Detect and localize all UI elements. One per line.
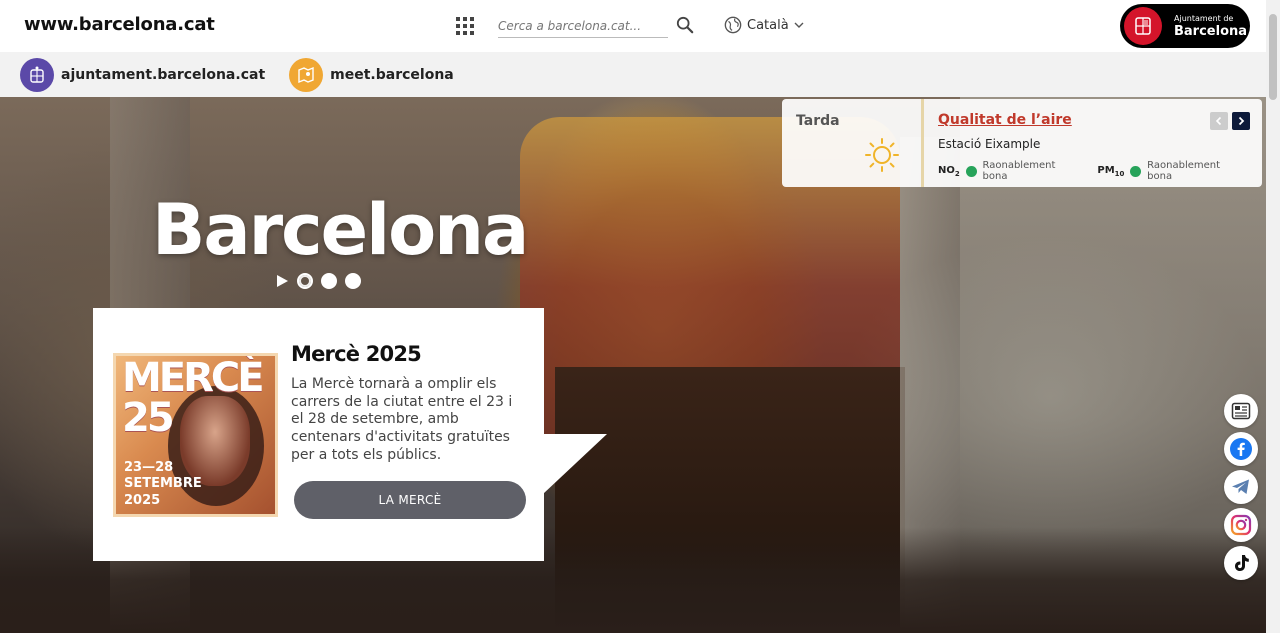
widget-next-button[interactable] (1232, 112, 1250, 130)
pm10-value: Raonablement bona (1147, 160, 1221, 182)
newsletter-icon[interactable] (1224, 394, 1258, 428)
air-quality-station: Estació Eixample (938, 137, 1041, 151)
merce-poster-image[interactable]: MERCÈ 25 23—28 SETEMBRE 2025 (113, 353, 278, 517)
link-ajuntament[interactable]: ajuntament.barcelona.cat (20, 57, 266, 92)
air-quality-readings: NO2 Raonablement bona PM10 Raonablement … (938, 160, 1262, 182)
search-input[interactable] (498, 14, 668, 38)
hero-title: Barcelona (152, 189, 529, 271)
language-label: Català (747, 17, 789, 33)
play-icon[interactable] (275, 274, 289, 288)
weather-widget: Tarda Qualitat de l’aire Estació Eixampl… (782, 99, 1262, 187)
city-seal-icon (20, 57, 54, 92)
chevron-right-icon (1238, 116, 1245, 126)
chevron-left-icon (1215, 116, 1222, 126)
poster-title: MERCÈ 25 (122, 355, 265, 441)
search-icon[interactable] (676, 16, 694, 34)
link-meet-barcelona[interactable]: meet.barcelona (289, 57, 454, 92)
no2-label: NO2 (938, 164, 960, 178)
link-ajuntament-label: ajuntament.barcelona.cat (61, 66, 266, 83)
instagram-icon[interactable] (1224, 508, 1258, 542)
facebook-icon[interactable] (1224, 432, 1258, 466)
map-icon (289, 57, 324, 92)
sun-icon (865, 138, 899, 172)
la-merce-button[interactable]: LA MERCÈ (294, 481, 526, 519)
chevron-down-icon (794, 22, 804, 28)
weather-time-of-day: Tarda (796, 113, 840, 129)
logo-line1: Ajuntament de (1174, 13, 1234, 23)
slide-dot-2[interactable] (321, 273, 337, 289)
slide-dot-1[interactable] (297, 273, 313, 289)
widget-prev-button[interactable] (1210, 112, 1228, 130)
language-selector[interactable]: Català (724, 16, 804, 34)
tiktok-icon[interactable] (1224, 546, 1258, 580)
social-links (1224, 394, 1258, 580)
telegram-icon[interactable] (1224, 470, 1258, 504)
apps-grid-icon[interactable] (456, 17, 474, 35)
slide-dot-3[interactable] (345, 273, 361, 289)
status-dot-no2 (965, 165, 977, 177)
globe-icon (724, 16, 742, 34)
slider-controls (275, 273, 361, 289)
top-header: www.barcelona.cat Català (0, 0, 1266, 52)
scrollbar-thumb[interactable] (1269, 14, 1277, 100)
barcelona-seal-icon (1124, 7, 1162, 45)
logo-line2: Barcelona (1174, 23, 1248, 39)
no2-value: Raonablement bona (982, 160, 1056, 182)
portal-links-bar: ajuntament.barcelona.cat meet.barcelona (0, 52, 1266, 97)
air-quality-link[interactable]: Qualitat de l’aire (938, 112, 1072, 128)
feature-card: MERCÈ 25 23—28 SETEMBRE 2025 Mercè 2025 … (93, 308, 544, 561)
pm10-label: PM10 (1097, 164, 1125, 178)
feature-card-pointer (543, 434, 607, 494)
site-url-link[interactable]: www.barcelona.cat (24, 14, 215, 35)
page-scrollbar[interactable] (1266, 0, 1280, 633)
poster-date: 23—28 SETEMBRE 2025 (124, 460, 202, 508)
feature-title: Mercè 2025 (291, 342, 422, 366)
ajuntament-logo[interactable]: Ajuntament de Barcelona (1120, 4, 1250, 48)
status-dot-pm10 (1130, 165, 1142, 177)
link-meet-label: meet.barcelona (330, 66, 454, 83)
feature-description: La Mercè tornarà a omplir els carrers de… (291, 376, 513, 463)
